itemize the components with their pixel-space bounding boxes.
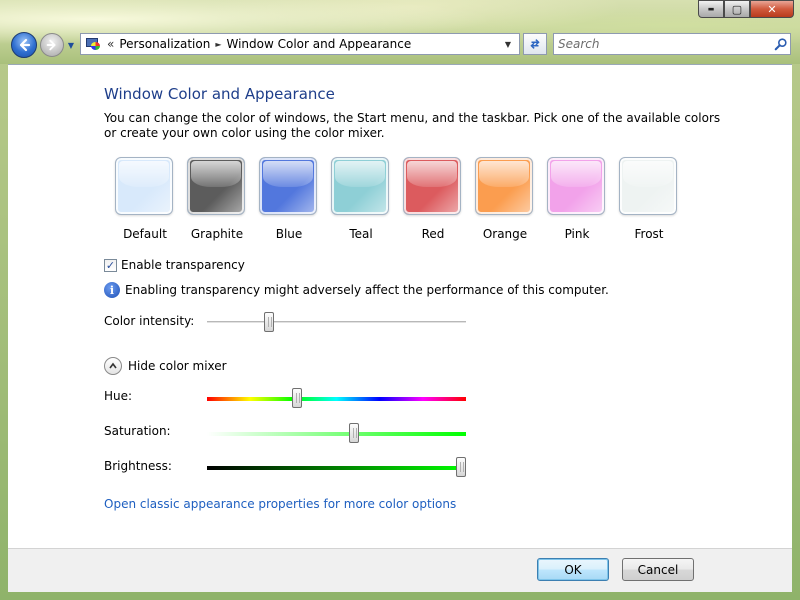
swatch-label: Frost [634, 227, 664, 241]
brightness-label: Brightness: [104, 459, 172, 473]
address-bar[interactable]: « Personalization ► Window Color and App… [80, 33, 520, 55]
page-description: You can change the color of windows, the… [104, 111, 721, 140]
maximize-button[interactable]: ▢ [724, 0, 750, 18]
forward-arrow-icon [46, 39, 56, 51]
brightness-track[interactable] [207, 466, 466, 470]
close-button[interactable]: ✕ [750, 0, 794, 18]
hue-thumb[interactable] [292, 388, 302, 408]
cancel-button[interactable]: Cancel [622, 558, 694, 581]
swatch-default[interactable] [115, 157, 173, 215]
saturation-track[interactable] [207, 432, 466, 436]
minimize-button[interactable]: ▬ [698, 0, 724, 18]
caption-buttons: ▬ ▢ ✕ [698, 0, 794, 20]
swatch-graphite[interactable] [187, 157, 245, 215]
page-title: Window Color and Appearance [104, 85, 335, 103]
recent-pages-dropdown[interactable]: ▼ [66, 40, 76, 50]
mixer-toggle-label[interactable]: Hide color mixer [128, 359, 227, 373]
transparency-label[interactable]: Enable transparency [121, 258, 245, 272]
minimize-icon: ▬ [707, 5, 715, 13]
search-icon[interactable] [772, 35, 790, 53]
swatch-blue[interactable] [259, 157, 317, 215]
saturation-label: Saturation: [104, 424, 171, 438]
mixer-toggle[interactable]: Hide color mixer [104, 357, 227, 375]
swatch-label: Blue [275, 227, 303, 241]
ok-button[interactable]: OK [537, 558, 609, 581]
swatch-frost[interactable] [619, 157, 677, 215]
brightness-thumb[interactable] [456, 457, 466, 477]
classic-appearance-link[interactable]: Open classic appearance properties for m… [104, 497, 456, 511]
close-icon: ✕ [767, 2, 777, 16]
swatch-label: Teal [349, 227, 373, 241]
chevron-down-icon: ▼ [504, 39, 512, 49]
swatch-label: Orange [482, 227, 528, 241]
search-box[interactable] [553, 33, 791, 55]
swatch-orange[interactable] [475, 157, 533, 215]
info-row: i Enabling transparency might adversely … [104, 282, 609, 298]
color-intensity-thumb[interactable] [264, 312, 274, 332]
swatch-teal[interactable] [331, 157, 389, 215]
swatch-red[interactable] [403, 157, 461, 215]
breadcrumb-window-color[interactable]: Window Color and Appearance [226, 37, 411, 51]
maximize-icon: ▢ [731, 2, 743, 16]
refresh-icon [530, 39, 540, 49]
back-button[interactable] [11, 32, 37, 58]
transparency-checkbox[interactable]: ✓ [104, 258, 117, 272]
forward-button[interactable] [40, 33, 64, 57]
color-intensity-label: Color intensity: [104, 314, 195, 328]
personalization-icon [84, 37, 102, 51]
transparency-row[interactable]: ✓ Enable transparency [104, 258, 245, 272]
swatch-label: Red [421, 227, 445, 241]
breadcrumb-separator[interactable]: ► [215, 40, 221, 49]
swatch-label: Graphite [190, 227, 244, 241]
back-arrow-icon [19, 38, 31, 52]
hue-label: Hue: [104, 389, 133, 403]
swatch-label: Default [123, 227, 167, 241]
swatch-label: Pink [564, 227, 590, 241]
breadcrumb-overflow[interactable]: « [107, 37, 114, 51]
search-input[interactable] [558, 35, 772, 53]
breadcrumb-personalization[interactable]: Personalization [119, 37, 210, 51]
address-dropdown[interactable]: ▼ [497, 34, 519, 54]
chevron-down-icon: ▼ [67, 40, 75, 50]
chevron-up-icon [109, 362, 117, 369]
color-intensity-track[interactable] [207, 321, 466, 324]
refresh-button[interactable] [523, 33, 547, 55]
collapse-button[interactable] [104, 357, 122, 375]
info-icon: i [104, 282, 120, 298]
saturation-thumb[interactable] [349, 423, 359, 443]
hue-track[interactable] [207, 397, 466, 401]
checkmark-icon: ✓ [105, 258, 116, 272]
swatch-pink[interactable] [547, 157, 605, 215]
info-text: Enabling transparency might adversely af… [125, 283, 609, 297]
